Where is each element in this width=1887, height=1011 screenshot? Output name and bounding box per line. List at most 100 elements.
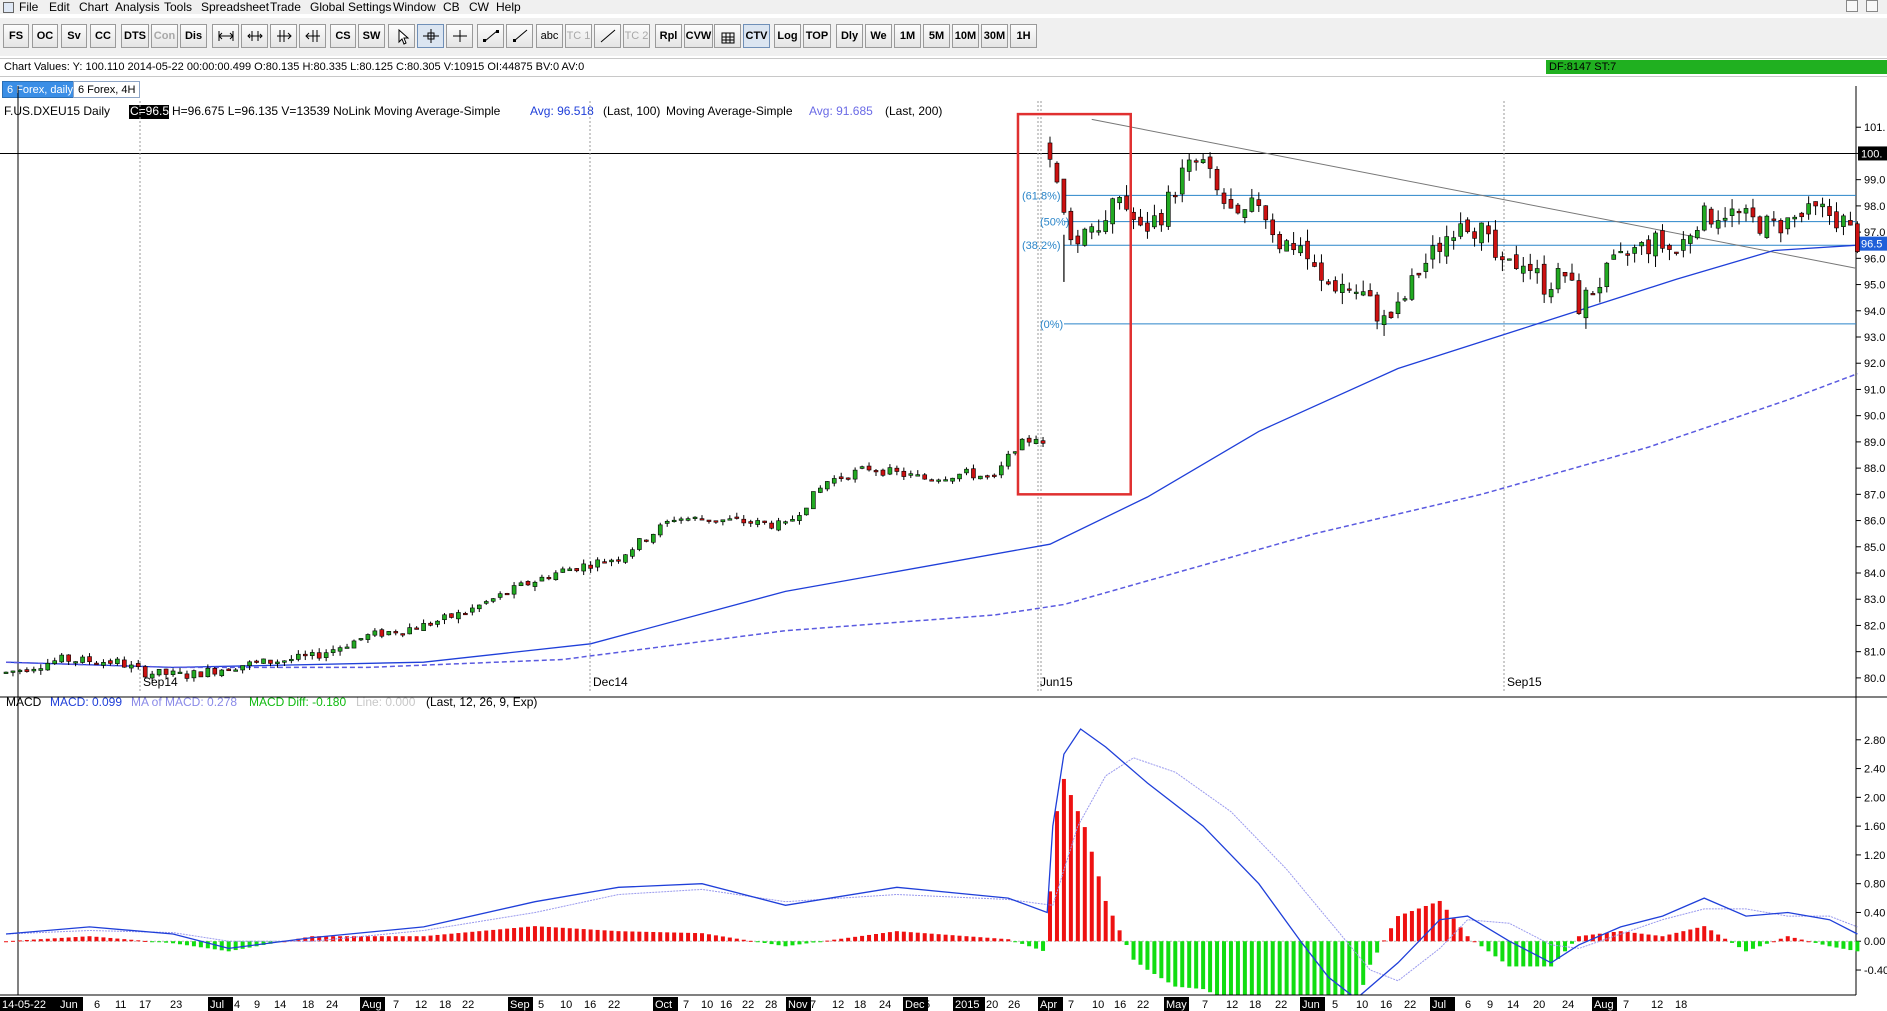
menu-spreadsheet[interactable]: Spreadsheet [199,0,271,14]
close-icon[interactable] [1866,0,1878,12]
split-right-button[interactable] [299,24,326,48]
top-button[interactable]: TOP [803,24,831,48]
macd-histogram-bar [1402,913,1407,942]
candle-body [637,538,642,550]
menu-cw[interactable]: CW [467,0,491,14]
fs-button[interactable]: FS [3,24,29,48]
text-tool-button[interactable]: abc [536,24,563,48]
menu-analysis[interactable]: Analysis [113,0,162,14]
expand-horizontal-button[interactable] [212,24,239,48]
macd-histogram-bar [839,938,844,942]
candle-body [1270,219,1276,236]
date-axis-label: 9 [1487,999,1493,1011]
menu-file[interactable]: File [17,0,40,14]
candle-body [595,559,600,568]
candle-body [344,646,350,649]
candle-body [59,654,64,663]
candle-body [497,593,503,598]
ctv-button[interactable]: CTV [743,24,770,48]
app-icon[interactable] [3,2,14,13]
macd-histogram-bar [1737,941,1742,948]
macd-histogram-bar [1681,931,1686,942]
dly-button[interactable]: Dly [836,24,863,48]
candle-body [560,568,566,573]
price-header-ma1-params: (Last, 100) [603,104,660,118]
30m-button[interactable]: 30M [981,24,1008,48]
tc1-button[interactable]: TC 1 [565,24,592,48]
we-button[interactable]: We [865,24,892,48]
menu-tools[interactable]: Tools [162,0,194,14]
crosshair-small-button[interactable] [446,24,473,48]
candle-body [1235,204,1241,214]
macd-histogram-bar [1124,941,1129,946]
macd-histogram-bar [567,928,572,942]
macd-header-ma: MA of MACD: 0.278 [131,695,237,709]
date-axis-label: 7 [683,999,689,1011]
cursor-button[interactable] [388,24,415,48]
10m-button[interactable]: 10M [952,24,979,48]
split-right-icon [305,30,320,42]
cvw-button[interactable]: CVW [684,24,713,48]
candle-body [511,585,517,595]
log-button[interactable]: Log [774,24,801,48]
menu-edit[interactable]: Edit [47,0,72,14]
cursor-icon [398,29,410,45]
menu-cb[interactable]: CB [441,0,462,14]
oc-button[interactable]: OC [32,24,58,48]
candle-body [1576,280,1582,314]
macd-histogram-bar [1361,941,1366,985]
candle-body [581,563,586,572]
candle-body [1166,191,1171,227]
menu-window[interactable]: Window [391,0,438,14]
tc2-button[interactable]: TC 2 [623,24,650,48]
candle-body [1381,315,1387,326]
menu-trade[interactable]: Trade [268,0,303,14]
ray-line-button[interactable] [506,24,533,48]
candle-body [1047,142,1053,160]
candle-body [998,465,1004,476]
macd-histogram-bar [992,938,997,942]
candle-body [24,669,30,672]
split-left-button[interactable] [270,24,297,48]
date-axis-label: 9 [254,999,260,1011]
macd-histogram-bar [1138,941,1143,965]
dts-button[interactable]: DTS [121,24,149,48]
sw-button[interactable]: SW [358,24,385,48]
candle-body [776,520,781,531]
rpl-button[interactable]: Rpl [655,24,682,48]
candle-body [490,598,496,602]
candle-body [1012,451,1018,454]
macd-histogram-bar [1785,936,1790,942]
menu-global-settings[interactable]: Global Settings [308,0,393,14]
candle-body [1729,208,1735,216]
macd-tick-label: 2.40 [1864,764,1885,776]
con-button[interactable]: Con [151,24,178,48]
5m-button[interactable]: 5M [923,24,950,48]
tpv-grid-button[interactable] [714,24,741,48]
diagonal-line-icon [600,29,616,43]
cs-button[interactable]: CS [330,24,356,48]
candle-body [289,658,294,662]
candle-body [1653,232,1658,257]
date-axis-label: 11 [115,999,126,1011]
candle-body [588,564,593,569]
1h-button[interactable]: 1H [1010,24,1037,48]
candle-body [261,658,266,664]
macd-histogram-bar [901,931,906,942]
macd-histogram-bar [1103,900,1108,942]
sv-button[interactable]: Sv [61,24,87,48]
diagonal-line-button[interactable] [594,24,621,48]
menu-help[interactable]: Help [494,0,523,14]
macd-histogram-bar [651,932,656,942]
restore-icon[interactable] [1846,0,1858,12]
candle-body [1249,197,1255,212]
cc-button[interactable]: CC [90,24,116,48]
menu-chart[interactable]: Chart [77,0,110,14]
crosshair-button[interactable] [417,24,444,48]
chart-area[interactable]: F.US.DXEU15 Daily C=96.560 H=96.675 L=96… [0,86,1887,1011]
trendline-button[interactable] [477,24,504,48]
expand-arrows-button[interactable] [241,24,268,48]
macd-histogram-bar [226,941,231,952]
dis-button[interactable]: Dis [180,24,207,48]
1m-button[interactable]: 1M [894,24,921,48]
